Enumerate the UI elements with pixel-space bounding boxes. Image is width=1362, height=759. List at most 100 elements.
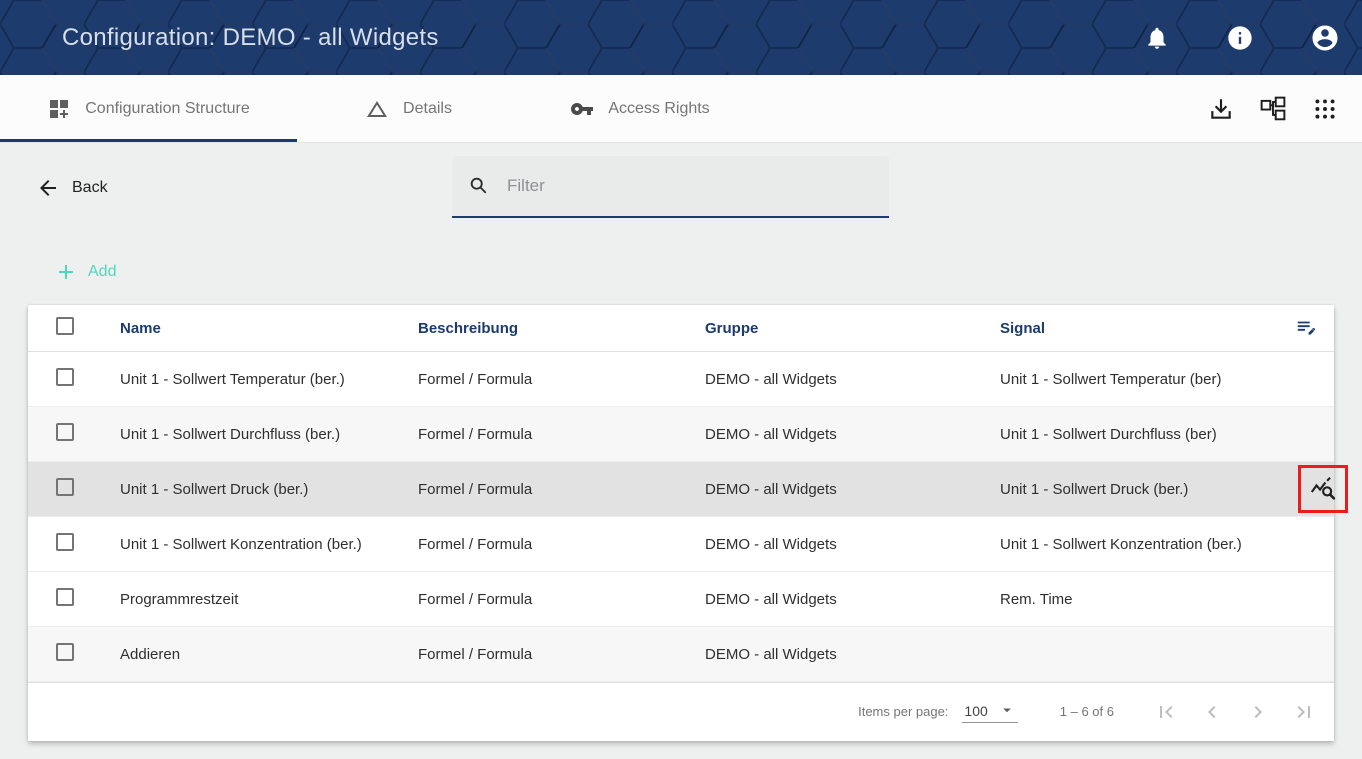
cell-beschreibung: Formel / Formula — [418, 536, 705, 553]
table-row[interactable]: Unit 1 - Sollwert Druck (ber.) Formel / … — [28, 462, 1334, 517]
back-label: Back — [72, 179, 108, 197]
row-checkbox[interactable] — [56, 643, 74, 661]
column-header-signal[interactable]: Signal — [1000, 320, 1278, 337]
table-body: Unit 1 - Sollwert Temperatur (ber.) Form… — [28, 352, 1334, 682]
hierarchy-button[interactable] — [1260, 96, 1286, 122]
cell-beschreibung: Formel / Formula — [418, 591, 705, 608]
tab-details[interactable]: Details — [297, 75, 520, 142]
app-window: Configuration: DEMO - all Widgets Config… — [0, 0, 1362, 759]
back-button[interactable]: Back — [36, 171, 108, 205]
row-action — [1278, 352, 1334, 406]
edit-columns-button[interactable] — [1295, 317, 1317, 339]
dashboard-customize-icon — [47, 97, 71, 121]
cell-gruppe: DEMO - all Widgets — [705, 591, 1000, 608]
account-circle-icon — [1310, 23, 1340, 53]
cell-name: Unit 1 - Sollwert Durchfluss (ber.) — [120, 426, 418, 443]
page-title: Configuration: DEMO - all Widgets — [62, 24, 439, 52]
select-all-checkbox[interactable] — [56, 317, 74, 335]
content-area: Back Add Name Beschreibung Gruppe Signal — [0, 143, 1362, 759]
cell-gruppe: DEMO - all Widgets — [705, 536, 1000, 553]
filter-field[interactable] — [452, 156, 889, 218]
chart-search-icon — [1310, 476, 1336, 502]
triangle-icon — [365, 97, 389, 121]
next-page-button[interactable] — [1246, 700, 1270, 724]
page-range-label: 1 – 6 of 6 — [1060, 704, 1114, 719]
first-page-button[interactable] — [1154, 700, 1178, 724]
row-action — [1278, 572, 1334, 626]
cell-name: Unit 1 - Sollwert Konzentration (ber.) — [120, 536, 418, 553]
cell-beschreibung: Formel / Formula — [418, 426, 705, 443]
cell-beschreibung: Formel / Formula — [418, 481, 705, 498]
cell-signal: Unit 1 - Sollwert Konzentration (ber.) — [1000, 536, 1278, 553]
filter-input[interactable] — [507, 176, 873, 196]
table-row[interactable]: Unit 1 - Sollwert Durchfluss (ber.) Form… — [28, 407, 1334, 462]
bell-icon — [1144, 25, 1170, 51]
last-page-button[interactable] — [1292, 700, 1316, 724]
info-button[interactable] — [1226, 24, 1254, 52]
playlist-edit-icon — [1295, 317, 1317, 339]
row-checkbox[interactable] — [56, 588, 74, 606]
column-header-gruppe[interactable]: Gruppe — [705, 320, 1000, 337]
cell-gruppe: DEMO - all Widgets — [705, 481, 1000, 498]
table-header-row: Name Beschreibung Gruppe Signal — [28, 305, 1334, 352]
cell-signal: Unit 1 - Sollwert Temperatur (ber) — [1000, 371, 1278, 388]
chart-search-button[interactable] — [1310, 476, 1336, 502]
app-header: Configuration: DEMO - all Widgets — [0, 0, 1362, 75]
row-checkbox[interactable] — [56, 533, 74, 551]
last-page-icon — [1292, 700, 1316, 724]
cell-beschreibung: Formel / Formula — [418, 371, 705, 388]
tab-label: Details — [403, 100, 452, 118]
header-icon-group — [1144, 0, 1340, 75]
row-action — [1278, 462, 1334, 516]
apps-grid-icon — [1312, 96, 1338, 122]
info-icon — [1226, 24, 1254, 52]
plus-icon — [54, 260, 78, 284]
red-annotation-box — [1298, 465, 1348, 513]
cell-gruppe: DEMO - all Widgets — [705, 371, 1000, 388]
table-card: Name Beschreibung Gruppe Signal Unit 1 -… — [28, 305, 1334, 741]
row-action — [1278, 407, 1334, 461]
table-row[interactable]: Unit 1 - Sollwert Konzentration (ber.) F… — [28, 517, 1334, 572]
row-action — [1278, 517, 1334, 571]
row-checkbox[interactable] — [56, 478, 74, 496]
previous-page-icon — [1200, 700, 1224, 724]
row-checkbox[interactable] — [56, 423, 74, 441]
row-checkbox[interactable] — [56, 368, 74, 386]
table-row[interactable]: Unit 1 - Sollwert Temperatur (ber.) Form… — [28, 352, 1334, 407]
chevron-down-icon — [998, 701, 1016, 719]
first-page-icon — [1154, 700, 1178, 724]
column-header-beschreibung[interactable]: Beschreibung — [418, 320, 705, 337]
cell-signal: Unit 1 - Sollwert Druck (ber.) — [1000, 481, 1278, 498]
add-label: Add — [88, 263, 116, 281]
hierarchy-icon — [1260, 96, 1286, 122]
table-row[interactable]: Addieren Formel / Formula DEMO - all Wid… — [28, 627, 1334, 682]
tab-label: Access Rights — [608, 100, 709, 118]
row-action — [1278, 627, 1334, 681]
cell-signal: Rem. Time — [1000, 591, 1278, 608]
items-per-page-label: Items per page: — [858, 704, 948, 719]
add-button[interactable]: Add — [54, 255, 116, 289]
cell-signal: Unit 1 - Sollwert Durchfluss (ber) — [1000, 426, 1278, 443]
apps-grid-button[interactable] — [1312, 96, 1338, 122]
tab-bar: Configuration Structure Details Access R… — [0, 75, 1362, 143]
cell-name: Programmrestzeit — [120, 591, 418, 608]
items-per-page-select[interactable]: 100 — [962, 701, 1017, 723]
tab-group: Configuration Structure Details Access R… — [0, 75, 760, 142]
cell-gruppe: DEMO - all Widgets — [705, 646, 1000, 663]
table-row[interactable]: Programmrestzeit Formel / Formula DEMO -… — [28, 572, 1334, 627]
column-header-name[interactable]: Name — [120, 320, 418, 337]
notifications-button[interactable] — [1144, 25, 1170, 51]
cell-beschreibung: Formel / Formula — [418, 646, 705, 663]
toolbar-icon-group — [1208, 75, 1338, 143]
tab-access-rights[interactable]: Access Rights — [520, 75, 760, 142]
paginator-nav — [1154, 700, 1316, 724]
next-page-icon — [1246, 700, 1270, 724]
download-button[interactable] — [1208, 96, 1234, 122]
cell-name: Unit 1 - Sollwert Druck (ber.) — [120, 481, 418, 498]
account-button[interactable] — [1310, 23, 1340, 53]
previous-page-button[interactable] — [1200, 700, 1224, 724]
tab-configuration-structure[interactable]: Configuration Structure — [0, 75, 297, 142]
key-icon — [570, 97, 594, 121]
search-icon — [468, 175, 490, 197]
items-per-page-value: 100 — [964, 703, 987, 719]
